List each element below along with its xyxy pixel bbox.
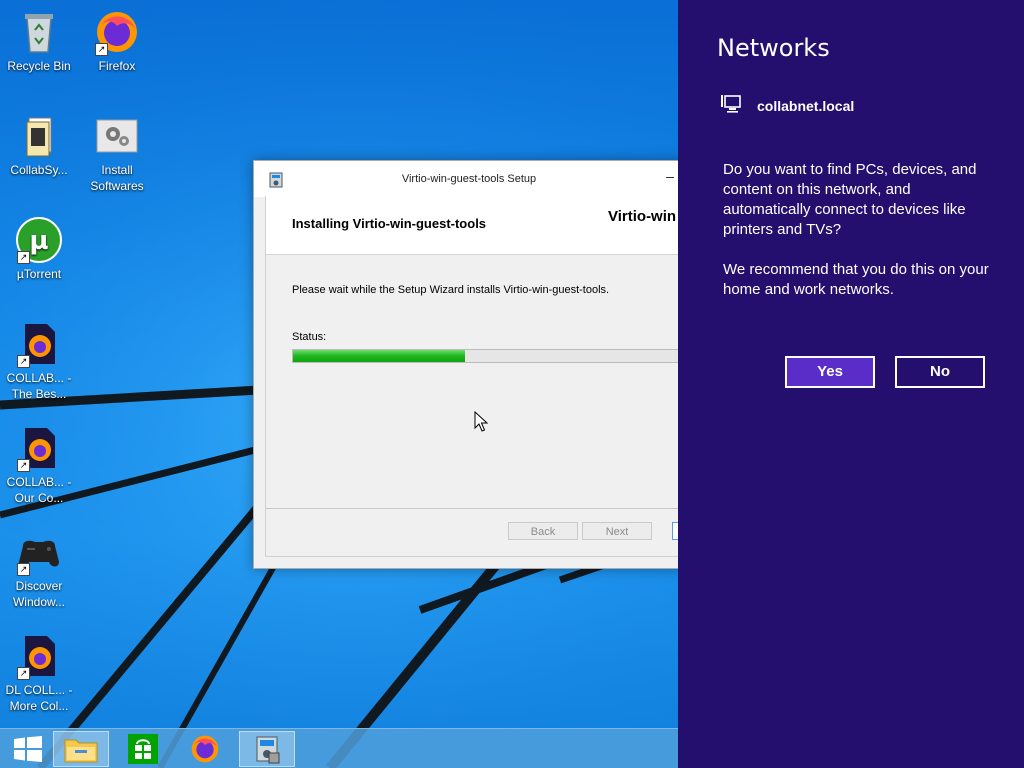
discovery-recommendation: We recommend that you do this on your ho… xyxy=(723,261,989,298)
start-button[interactable] xyxy=(0,731,56,767)
shortcut-arrow-icon: ↗ xyxy=(95,43,108,56)
setup-separator xyxy=(266,508,678,509)
setup-heading: Installing Virtio-win-guest-tools xyxy=(292,216,487,231)
svg-text:µ: µ xyxy=(29,226,48,256)
shortcut-arrow-icon: ↗ xyxy=(17,667,30,680)
desktop-icon-label: Recycle Bin xyxy=(7,59,71,73)
minimize-button[interactable]: – xyxy=(660,161,680,197)
discovery-question: Do you want to find PCs, devices, and co… xyxy=(723,161,977,238)
setup-window-title: Virtio-win-guest-tools Setup xyxy=(401,173,537,185)
taskbar xyxy=(0,728,678,768)
desktop-icon-label: Firefox xyxy=(98,59,136,73)
desktop-icon-install-softwares[interactable]: Install Softwares xyxy=(78,112,156,194)
back-button[interactable]: Back xyxy=(508,522,578,540)
shortcut-arrow-icon: ↗ xyxy=(17,563,30,576)
taskbar-setup-installer[interactable] xyxy=(239,731,295,767)
desktop-icon-label: CollabSy... xyxy=(10,163,68,177)
desktop-icon-collabsy[interactable]: CollabSy... xyxy=(0,112,78,178)
shortcut-arrow-icon: ↗ xyxy=(17,355,30,368)
file-explorer-icon xyxy=(64,739,98,763)
taskbar-firefox[interactable] xyxy=(177,731,233,767)
taskbar-store[interactable] xyxy=(115,731,171,767)
mouse-cursor-icon xyxy=(474,411,488,432)
start-icon xyxy=(14,736,42,762)
firefox-icon xyxy=(191,735,219,763)
setup-installer-icon xyxy=(256,736,280,764)
status-label: Status: xyxy=(292,331,327,343)
setup-description: Please wait while the Setup Wizard insta… xyxy=(292,284,610,296)
shortcut-arrow-icon: ↗ xyxy=(17,251,30,264)
setup-body: Installing Virtio-win-guest-tools Virtio… xyxy=(265,196,679,557)
setup-titlebar[interactable]: Virtio-win-guest-tools Setup – xyxy=(254,161,684,197)
desktop-icon-label: COLLAB... - The Bes... xyxy=(6,371,72,401)
folder-document-icon xyxy=(26,117,52,157)
desktop-icon-firefox[interactable]: ↗ Firefox xyxy=(78,8,156,74)
setup-dialog[interactable]: Virtio-win-guest-tools Setup – Installin… xyxy=(253,160,685,569)
install-progress-bar xyxy=(292,349,678,363)
desktop-icon-label: Discover Window... xyxy=(12,579,66,609)
networks-panel: Networks collabnet.local Do you want to … xyxy=(678,0,1024,768)
recycle-bin-icon xyxy=(25,14,53,53)
shortcut-arrow-icon: ↗ xyxy=(17,459,30,472)
desktop-icon-recycle-bin[interactable]: Recycle Bin xyxy=(0,8,78,74)
desktop-icon-label: µTorrent xyxy=(16,267,62,281)
network-name: collabnet.local xyxy=(757,98,855,114)
desktop-icon-dl-collab[interactable]: ↗ DL COLL... - More Col... xyxy=(0,632,78,714)
yes-button[interactable]: Yes xyxy=(785,356,875,388)
desktop-icon-label: COLLAB... - Our Co... xyxy=(6,475,72,505)
taskbar-file-explorer[interactable] xyxy=(53,731,109,767)
installer-icon xyxy=(269,172,283,188)
setup-brand: Virtio-win xyxy=(608,208,677,225)
desktop-icon-label: Install Softwares xyxy=(90,163,144,193)
install-progress-fill xyxy=(293,350,465,362)
networks-title: Networks xyxy=(717,34,830,62)
desktop-icon-collab-1[interactable]: ↗ COLLAB... - The Bes... xyxy=(0,320,78,402)
wired-network-icon xyxy=(721,95,741,113)
setup-banner: Installing Virtio-win-guest-tools Virtio… xyxy=(266,196,678,255)
next-button[interactable]: Next xyxy=(582,522,652,540)
no-button[interactable]: No xyxy=(895,356,985,388)
desktop-icon-collab-2[interactable]: ↗ COLLAB... - Our Co... xyxy=(0,424,78,506)
gears-icon xyxy=(96,119,138,153)
desktop-icon-utorrent[interactable]: µ ↗ µTorrent xyxy=(0,216,78,282)
desktop-icon-discover-windows[interactable]: ↗ Discover Window... xyxy=(0,528,78,610)
desktop-icon-label: DL COLL... - More Col... xyxy=(5,683,73,713)
store-icon xyxy=(128,734,158,764)
